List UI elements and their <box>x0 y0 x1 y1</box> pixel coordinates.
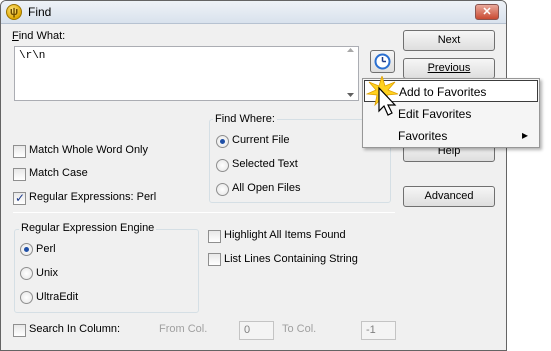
list-lines-label: List Lines Containing String <box>224 253 358 265</box>
favorites-button[interactable] <box>370 50 395 73</box>
radio-all-open-files-label: All Open Files <box>232 182 301 194</box>
to-col-label: To Col. <box>282 323 317 335</box>
match-whole-word-label: Match Whole Word Only <box>29 144 149 156</box>
search-in-column-checkbox[interactable] <box>13 324 26 337</box>
title-bar[interactable]: ψ Find ✕ <box>1 1 506 24</box>
divider <box>13 212 395 213</box>
highlight-all-label: Highlight All Items Found <box>224 229 346 241</box>
clock-icon <box>374 53 391 70</box>
radio-current-file[interactable] <box>216 135 229 148</box>
find-what-input[interactable]: \r\n <box>14 46 359 101</box>
app-icon: ψ <box>6 4 22 20</box>
regex-checkbox[interactable] <box>13 191 26 205</box>
submenu-arrow-icon: ▸ <box>522 128 529 142</box>
radio-perl-label: Perl <box>36 243 56 255</box>
match-case-checkbox[interactable] <box>13 168 26 181</box>
from-col-input[interactable]: 0 <box>239 321 274 340</box>
previous-label: Previous <box>427 62 471 74</box>
radio-current-file-label: Current File <box>232 134 290 146</box>
menu-item-edit-favorites-label: Edit Favorites <box>398 107 472 121</box>
find-what-label-mnemonic: F <box>12 30 19 42</box>
cursor-highlight <box>366 76 399 116</box>
regex-label: Regular Expressions: Perl <box>29 191 157 203</box>
radio-selected-text[interactable] <box>216 159 229 172</box>
radio-unix-label: Unix <box>36 267 59 279</box>
radio-selected-text-label: Selected Text <box>232 158 298 170</box>
find-what-scrollbar[interactable] <box>343 47 358 100</box>
highlight-all-checkbox[interactable] <box>208 230 221 243</box>
find-what-label: Find What: <box>12 30 65 42</box>
menu-item-favorites-label: Favorites <box>398 129 448 143</box>
advanced-button[interactable]: Advanced <box>403 186 495 207</box>
radio-unix[interactable] <box>20 267 33 280</box>
close-button[interactable]: ✕ <box>475 4 499 20</box>
window-title: Find <box>28 5 52 19</box>
match-whole-word-checkbox[interactable] <box>13 145 26 158</box>
menu-item-favorites[interactable]: Favorites ▸ <box>364 125 538 147</box>
radio-perl[interactable] <box>20 243 33 256</box>
regex-engine-title: Regular Expression Engine <box>19 222 157 234</box>
previous-button[interactable]: Previous <box>403 58 495 79</box>
find-where-title: Find Where: <box>213 113 277 125</box>
find-what-label-text: ind What: <box>18 30 66 42</box>
radio-all-open-files[interactable] <box>216 183 229 196</box>
find-dialog: ψ Find ✕ Find What: \r\n Next Previous H… <box>0 0 507 351</box>
menu-item-add-to-favorites-label: Add to Favorites <box>399 85 487 99</box>
from-col-label: From Col. <box>159 323 208 335</box>
search-in-column-label: Search In Column: <box>29 323 121 335</box>
to-col-input[interactable]: -1 <box>361 321 396 340</box>
radio-ultraedit[interactable] <box>20 291 33 304</box>
match-case-label: Match Case <box>29 167 88 179</box>
list-lines-checkbox[interactable] <box>208 253 221 266</box>
next-button[interactable]: Next <box>403 30 495 51</box>
radio-ultraedit-label: UltraEdit <box>36 291 79 303</box>
